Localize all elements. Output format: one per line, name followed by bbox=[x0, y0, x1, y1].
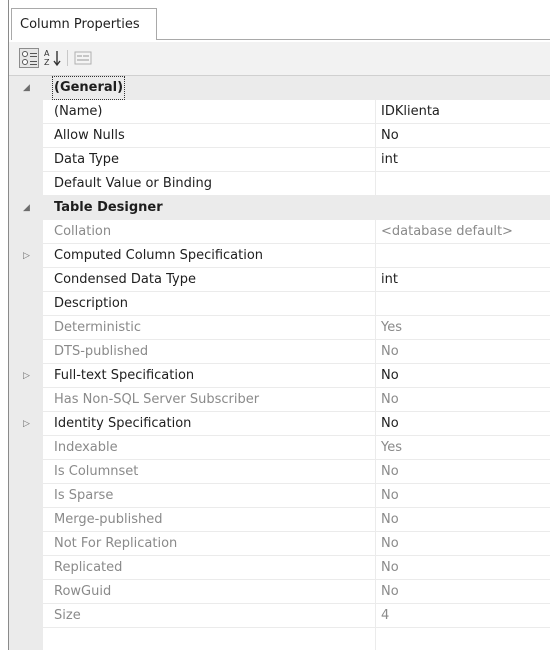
property-row[interactable]: Replicated No bbox=[9, 556, 550, 580]
property-row[interactable]: Data Type int bbox=[9, 148, 550, 172]
property-value[interactable]: No bbox=[381, 124, 399, 148]
property-row[interactable]: RowGuid No bbox=[9, 580, 550, 604]
alphabetical-sort-icon[interactable]: A Z bbox=[43, 48, 63, 68]
property-name: Indexable bbox=[54, 440, 118, 455]
alphabetical-a-glyph: A bbox=[44, 49, 50, 58]
property-row[interactable]: Collation <database default> bbox=[9, 220, 550, 244]
category-label: (General) bbox=[52, 76, 126, 100]
property-name: Size bbox=[54, 608, 81, 623]
property-name: DTS-published bbox=[54, 344, 149, 359]
property-row[interactable]: Allow Nulls No bbox=[9, 124, 550, 148]
categorized-icon-dot bbox=[22, 51, 28, 57]
property-row[interactable]: Merge-published No bbox=[9, 508, 550, 532]
property-name: Full-text Specification bbox=[54, 368, 195, 383]
property-name: Merge-published bbox=[54, 512, 163, 527]
property-name: Default Value or Binding bbox=[54, 176, 213, 191]
property-value: <database default> bbox=[381, 224, 513, 239]
column-properties-window: Column Properties A Z ◢ (General) (Name)… bbox=[8, 0, 550, 650]
tab-column-properties[interactable]: Column Properties bbox=[11, 8, 157, 40]
property-value: No bbox=[381, 392, 399, 407]
property-row[interactable]: Indexable Yes bbox=[9, 436, 550, 460]
tab-bar: Column Properties bbox=[9, 0, 550, 42]
property-value: Yes bbox=[381, 440, 402, 455]
categorized-icon-line bbox=[30, 53, 37, 54]
property-value: No bbox=[381, 344, 399, 359]
categorized-icon-line bbox=[30, 61, 37, 62]
property-row[interactable]: ▷ Computed Column Specification bbox=[9, 244, 550, 268]
property-value[interactable]: No bbox=[381, 364, 399, 388]
property-row[interactable]: ▷ Full-text Specification No bbox=[9, 364, 550, 388]
expand-arrow-icon[interactable]: ▷ bbox=[23, 418, 33, 430]
property-name: Deterministic bbox=[54, 320, 141, 335]
category-row[interactable]: ◢ (General) bbox=[9, 76, 550, 100]
property-name: Computed Column Specification bbox=[54, 248, 264, 263]
property-name: Data Type bbox=[54, 152, 120, 167]
property-name: Identity Specification bbox=[54, 416, 192, 431]
toolbar-separator bbox=[67, 50, 68, 66]
categorized-icon-dot bbox=[22, 59, 28, 65]
property-name: RowGuid bbox=[54, 584, 112, 599]
property-pages-icon[interactable] bbox=[73, 48, 93, 68]
expand-arrow-icon[interactable]: ▷ bbox=[23, 250, 33, 262]
property-value: Yes bbox=[381, 320, 402, 335]
property-value: No bbox=[381, 488, 399, 503]
property-value: 4 bbox=[381, 608, 390, 623]
property-value: No bbox=[381, 512, 399, 527]
property-row[interactable]: Condensed Data Type int bbox=[9, 268, 550, 292]
property-row[interactable]: ▷ Identity Specification No bbox=[9, 412, 550, 436]
property-row[interactable]: Size 4 bbox=[9, 604, 550, 628]
collapse-arrow-icon[interactable]: ◢ bbox=[23, 82, 33, 94]
property-value[interactable]: int bbox=[381, 268, 398, 292]
tab-bar-divider bbox=[157, 39, 550, 40]
collapse-arrow-icon[interactable]: ◢ bbox=[23, 202, 33, 214]
property-row[interactable]: Has Non-SQL Server Subscriber No bbox=[9, 388, 550, 412]
property-name: (Name) bbox=[54, 104, 103, 119]
property-toolbar: A Z bbox=[9, 42, 550, 76]
alphabetical-sort-glyph: A Z bbox=[44, 49, 61, 67]
property-value[interactable]: No bbox=[381, 412, 399, 436]
property-row[interactable]: Is Columnset No bbox=[9, 460, 550, 484]
property-row[interactable]: Deterministic Yes bbox=[9, 316, 550, 340]
property-value[interactable]: int bbox=[381, 148, 398, 172]
property-row[interactable]: Description bbox=[9, 292, 550, 316]
property-row[interactable]: (Name) IDKlienta bbox=[9, 100, 550, 124]
property-name: Is Sparse bbox=[54, 488, 114, 503]
property-row[interactable]: Default Value or Binding bbox=[9, 172, 550, 196]
property-grid: ◢ (General) (Name) IDKlienta Allow Nulls No Da… bbox=[9, 76, 550, 650]
expand-arrow-icon[interactable]: ▷ bbox=[23, 370, 33, 382]
property-name: Collation bbox=[54, 224, 112, 239]
property-name: Is Columnset bbox=[54, 464, 139, 479]
property-row[interactable]: DTS-published No bbox=[9, 340, 550, 364]
category-row[interactable]: ◢ Table Designer bbox=[9, 196, 550, 220]
property-value: No bbox=[381, 584, 399, 599]
property-value: No bbox=[381, 464, 399, 479]
property-name: Replicated bbox=[54, 560, 123, 575]
property-pages-glyph bbox=[74, 51, 92, 65]
categorized-icon[interactable] bbox=[19, 48, 39, 68]
property-name: Condensed Data Type bbox=[54, 272, 196, 287]
property-row[interactable]: Not For Replication No bbox=[9, 532, 550, 556]
property-name: Has Non-SQL Server Subscriber bbox=[54, 392, 260, 407]
property-value: No bbox=[381, 560, 399, 575]
property-value[interactable]: IDKlienta bbox=[381, 100, 440, 124]
property-name: Description bbox=[54, 296, 129, 311]
property-name: Allow Nulls bbox=[54, 128, 125, 143]
alphabetical-z-glyph: Z bbox=[44, 58, 50, 67]
property-name: Not For Replication bbox=[54, 536, 178, 551]
property-row[interactable]: Is Sparse No bbox=[9, 484, 550, 508]
category-label: Table Designer bbox=[54, 200, 163, 215]
property-value: No bbox=[381, 536, 399, 551]
categorized-icon-line bbox=[30, 56, 37, 57]
categorized-icon-line bbox=[30, 64, 37, 65]
